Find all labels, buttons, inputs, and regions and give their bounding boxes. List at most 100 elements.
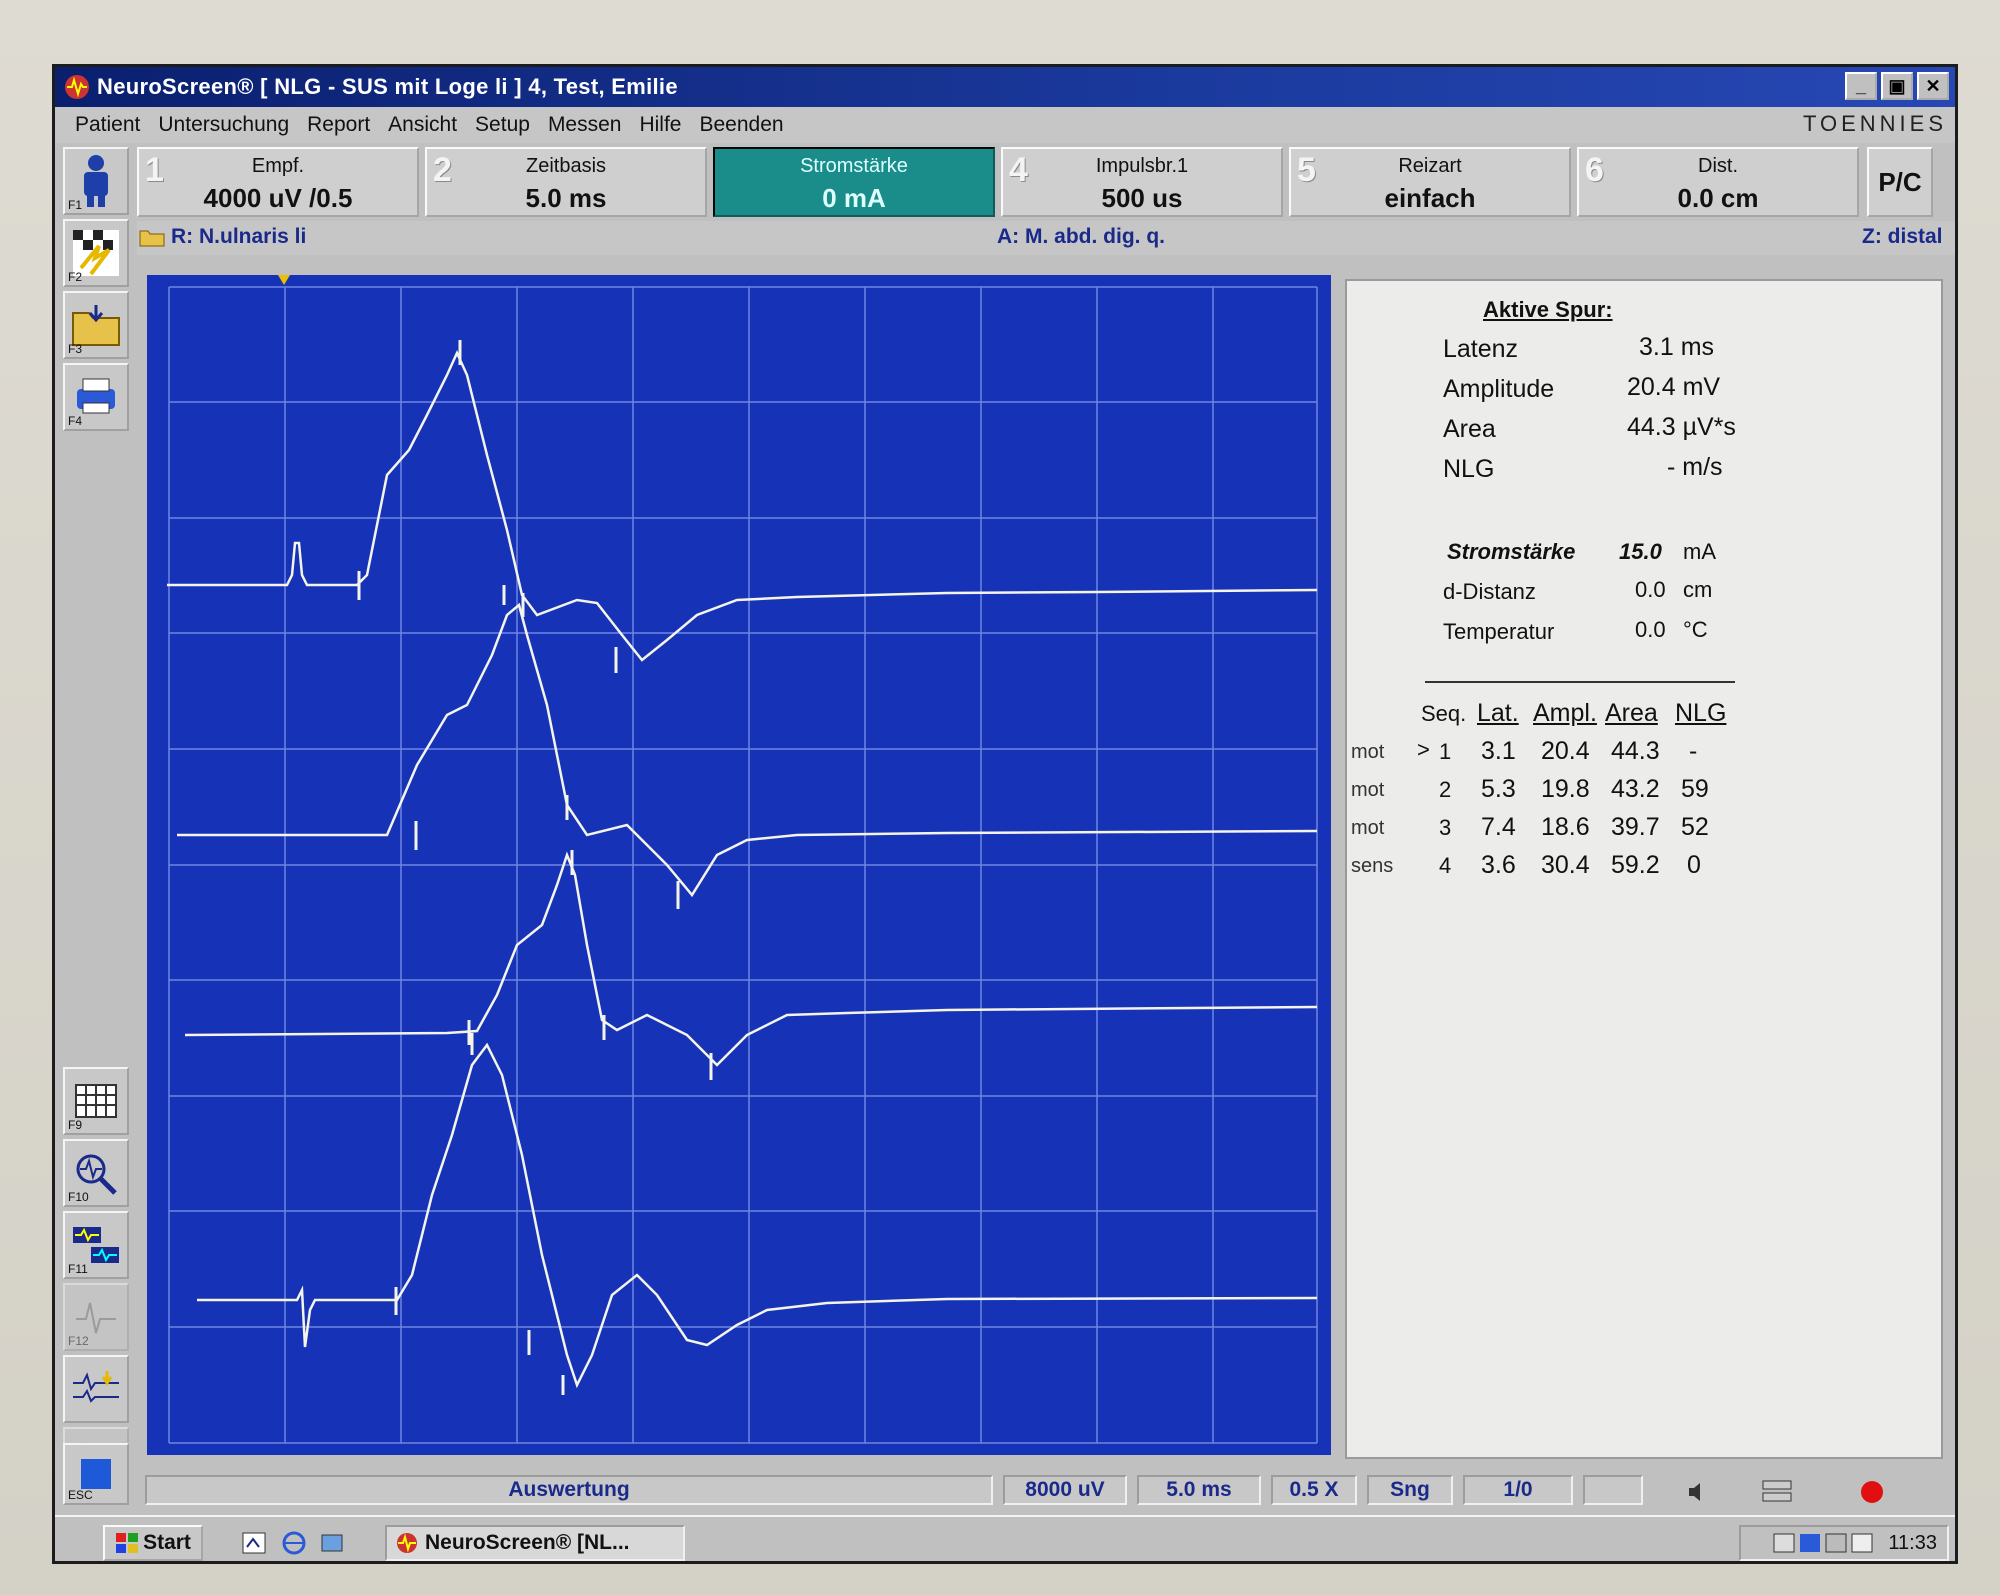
clock: 11:33 <box>1888 1531 1937 1554</box>
fkey-label: F1 <box>68 198 83 212</box>
row-seq: 3 <box>1439 815 1452 840</box>
row-ampl: 19.8 <box>1541 775 1590 803</box>
compare-button[interactable]: F11 <box>63 1211 129 1279</box>
row-area: 43.2 <box>1611 775 1660 803</box>
row-area: 44.3 <box>1611 737 1660 765</box>
param-zeitbasis[interactable]: 2 Zeitbasis 5.0 ms <box>425 147 707 217</box>
row-ampl: 18.6 <box>1541 813 1590 841</box>
fkey-label: F3 <box>68 342 83 356</box>
param-value: 500 us <box>1101 183 1183 213</box>
col-seq: Seq. <box>1421 701 1467 726</box>
stim-label: Stromstärke <box>1447 539 1576 564</box>
stim-value: 15.0 <box>1619 539 1662 564</box>
row-seq: 1 <box>1439 739 1452 764</box>
window-title: NeuroScreen® [ NLG - SUS mit Loge li ] 4… <box>97 74 678 99</box>
status-zoom[interactable]: 0.5 X <box>1271 1475 1357 1505</box>
area-label: Area <box>1443 415 1496 443</box>
active-marker: > <box>1417 737 1430 762</box>
row-lat: 3.6 <box>1481 851 1516 879</box>
wave-marker-button[interactable] <box>63 1355 129 1423</box>
row-nlg: 52 <box>1681 813 1709 841</box>
row-type: mot <box>1351 779 1385 801</box>
row-nlg: - <box>1689 737 1698 765</box>
print-button[interactable]: F4 <box>63 363 129 431</box>
latency-label: Latenz <box>1443 335 1519 363</box>
channels-icon[interactable] <box>319 1531 345 1555</box>
taskbar-app-neuroscreen[interactable]: NeuroScreen® [NL... <box>385 1525 685 1561</box>
latency-value: 3.1 ms <box>1639 333 1715 361</box>
browser-icon[interactable] <box>281 1531 307 1555</box>
area-value: 44.3 µV*s <box>1627 413 1736 441</box>
param-empf[interactable]: 1 Empf. 4000 uV /0.5 <box>137 147 419 217</box>
menu-setup[interactable]: Setup <box>475 113 530 137</box>
param-impulsbreite[interactable]: 4 Impulsbr.1 500 us <box>1001 147 1283 217</box>
stimulus-button[interactable]: F2 <box>63 219 129 287</box>
grid-icon <box>75 1084 117 1118</box>
param-label: Empf. <box>251 155 305 177</box>
minimize-button[interactable]: _ <box>1845 72 1877 100</box>
amplitude-value: 20.4 mV <box>1627 373 1721 401</box>
status-timebase[interactable]: 5.0 ms <box>1137 1475 1261 1505</box>
menu-messen[interactable]: Messen <box>548 113 622 137</box>
param-value: 0 mA <box>822 183 886 213</box>
printer-icon <box>77 378 115 414</box>
zoom-wave-icon <box>76 1154 117 1195</box>
menu-hilfe[interactable]: Hilfe <box>639 113 681 137</box>
row-nlg: 59 <box>1681 775 1709 803</box>
recording-site: R: N.ulnaris li <box>171 225 307 248</box>
record-icon[interactable] <box>1857 1477 1887 1507</box>
app-window: NeuroScreen® [ NLG - SUS mit Loge li ] 4… <box>52 64 1958 1564</box>
distance-unit: cm <box>1683 577 1713 602</box>
menu-bar: Patient Untersuchung Report Ansicht Setu… <box>55 107 1955 143</box>
fkey-label: ESC <box>68 1488 93 1502</box>
patient-button[interactable]: F1 <box>63 147 129 215</box>
pc-button[interactable]: P/C <box>1867 147 1933 217</box>
speaker-icon[interactable] <box>1685 1479 1711 1505</box>
stim-unit: mA <box>1683 539 1716 564</box>
open-folder-button[interactable]: F3 <box>63 291 129 359</box>
param-value: 5.0 ms <box>525 183 607 213</box>
menu-patient[interactable]: Patient <box>75 113 140 137</box>
fkey-label: F10 <box>68 1190 89 1204</box>
results-panel: Aktive Spur: Latenz 3.1 ms Amplitude 20.… <box>1345 279 1943 1459</box>
waveform-display[interactable] <box>147 275 1331 1455</box>
row-area: 39.7 <box>1611 813 1660 841</box>
row-lat: 3.1 <box>1481 737 1516 765</box>
maximize-button[interactable]: ▣ <box>1881 72 1913 100</box>
menu-beenden[interactable]: Beenden <box>699 113 783 137</box>
title-bar[interactable]: NeuroScreen® [ NLG - SUS mit Loge li ] 4… <box>55 67 1955 107</box>
status-page[interactable]: 1/0 <box>1463 1475 1573 1505</box>
close-button[interactable]: ✕ <box>1917 72 1949 100</box>
zoom-wave-button[interactable]: F10 <box>63 1139 129 1207</box>
status-sng[interactable]: Sng <box>1367 1475 1453 1505</box>
row-ampl: 30.4 <box>1541 851 1590 879</box>
row-type: mot <box>1351 741 1385 763</box>
param-reizart[interactable]: 5 Reizart einfach <box>1289 147 1571 217</box>
site-row: R: N.ulnaris li A: M. abd. dig. q. Z: di… <box>137 221 1955 255</box>
temperature-unit: °C <box>1683 617 1708 642</box>
left-toolbar: F1 F2 F3 F4 F9 F10 F11 F12 <box>59 147 133 1517</box>
nlg-value: - m/s <box>1667 453 1723 481</box>
fkey-label: F2 <box>68 270 83 284</box>
wave-disabled-button[interactable]: F12 <box>63 1283 129 1351</box>
fkey-label[interactable]: F9 <box>68 1118 82 1132</box>
stop-icon <box>81 1459 111 1489</box>
status-gain[interactable]: 8000 uV <box>1003 1475 1127 1505</box>
device-icon[interactable] <box>1759 1477 1795 1507</box>
amplitude-label: Amplitude <box>1443 375 1555 403</box>
distance-label: d-Distanz <box>1443 579 1536 604</box>
esc-button[interactable]: ESC <box>63 1443 129 1505</box>
param-label: Reizart <box>1398 155 1462 177</box>
tray-icons[interactable] <box>1772 1530 1882 1556</box>
param-stromstaerke[interactable]: Stromstärke 0 mA <box>713 147 995 217</box>
menu-untersuchung[interactable]: Untersuchung <box>158 113 289 137</box>
menu-report[interactable]: Report <box>307 113 370 137</box>
quicklaunch-desktop-icon[interactable] <box>241 1531 267 1555</box>
status-mode: Auswertung <box>145 1475 993 1505</box>
param-value: 0.0 cm <box>1677 183 1759 213</box>
compare-icon <box>73 1227 119 1263</box>
grid-button[interactable]: F9 <box>63 1067 129 1135</box>
menu-ansicht[interactable]: Ansicht <box>388 113 457 137</box>
start-button[interactable]: Start <box>103 1525 203 1561</box>
param-distanz[interactable]: 6 Dist. 0.0 cm <box>1577 147 1859 217</box>
